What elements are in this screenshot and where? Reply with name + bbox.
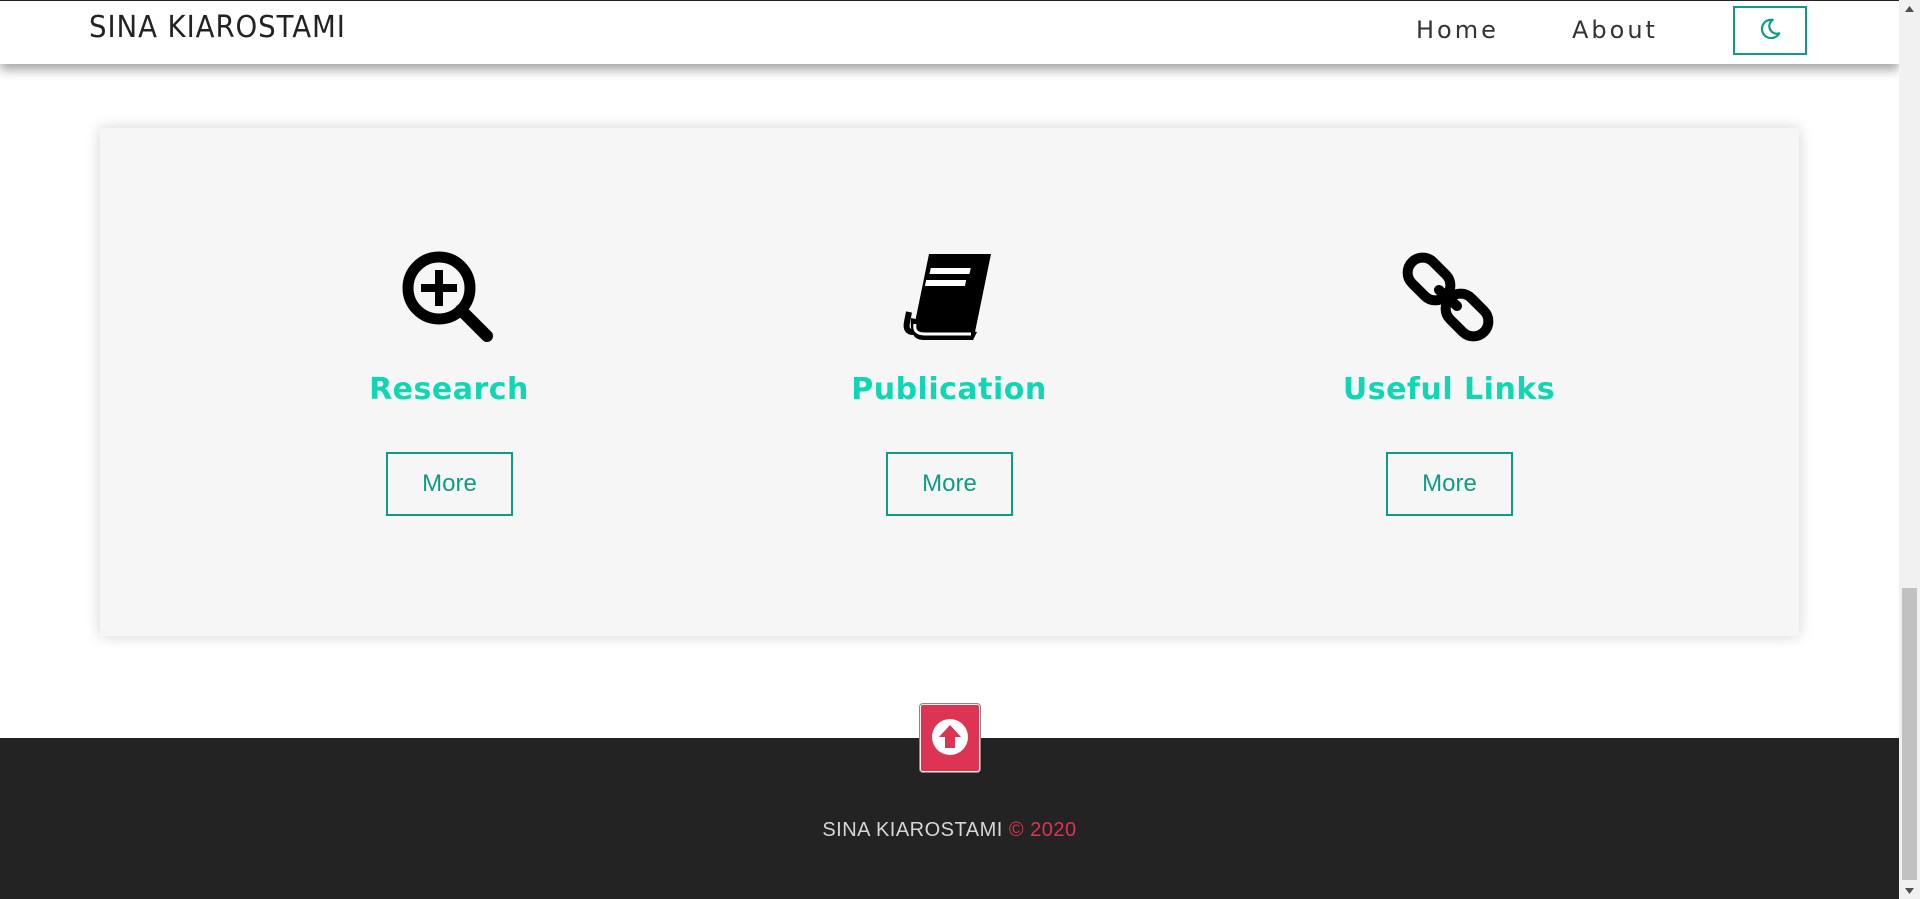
moon-icon xyxy=(1757,16,1783,45)
search-plus-icon xyxy=(399,248,499,348)
scrollbar-thumb[interactable] xyxy=(1902,588,1917,880)
card-publication: Publication More xyxy=(749,128,1149,636)
viewport: SINA KIAROSTAMI Home About Research More… xyxy=(0,0,1899,899)
arrow-up-icon xyxy=(930,717,970,760)
card-useful-links: Useful Links More xyxy=(1249,128,1649,636)
card-title-research: Research xyxy=(369,372,529,407)
footer-copyright: SINA KIAROSTAMI © 2020 xyxy=(0,819,1899,842)
scroll-down-arrow-icon[interactable] xyxy=(1899,882,1920,899)
nav-link-about[interactable]: About xyxy=(1572,16,1658,44)
footer-year: © 2020 xyxy=(1008,819,1077,841)
more-button-useful-links[interactable]: More xyxy=(1386,452,1513,516)
card-title-publication: Publication xyxy=(851,372,1047,407)
book-icon xyxy=(899,248,999,348)
brand-logo-text[interactable]: SINA KIAROSTAMI xyxy=(89,10,346,45)
vertical-scrollbar[interactable] xyxy=(1899,0,1920,899)
card-research: Research More xyxy=(249,128,649,636)
page: SINA KIAROSTAMI Home About Research More… xyxy=(0,0,1920,899)
nav-link-home[interactable]: Home xyxy=(1416,16,1499,44)
card-title-useful-links: Useful Links xyxy=(1342,372,1556,407)
back-to-top-button[interactable] xyxy=(920,704,980,772)
navbar: SINA KIAROSTAMI Home About xyxy=(0,0,1899,64)
features-panel: Research More Publication More Useful Li… xyxy=(100,128,1799,636)
more-button-publication[interactable]: More xyxy=(886,452,1013,516)
theme-toggle-button[interactable] xyxy=(1733,6,1807,55)
scroll-up-arrow-icon[interactable] xyxy=(1899,0,1920,17)
link-icon xyxy=(1399,248,1499,348)
footer-name: SINA KIAROSTAMI xyxy=(822,819,1003,841)
more-button-research[interactable]: More xyxy=(386,452,513,516)
